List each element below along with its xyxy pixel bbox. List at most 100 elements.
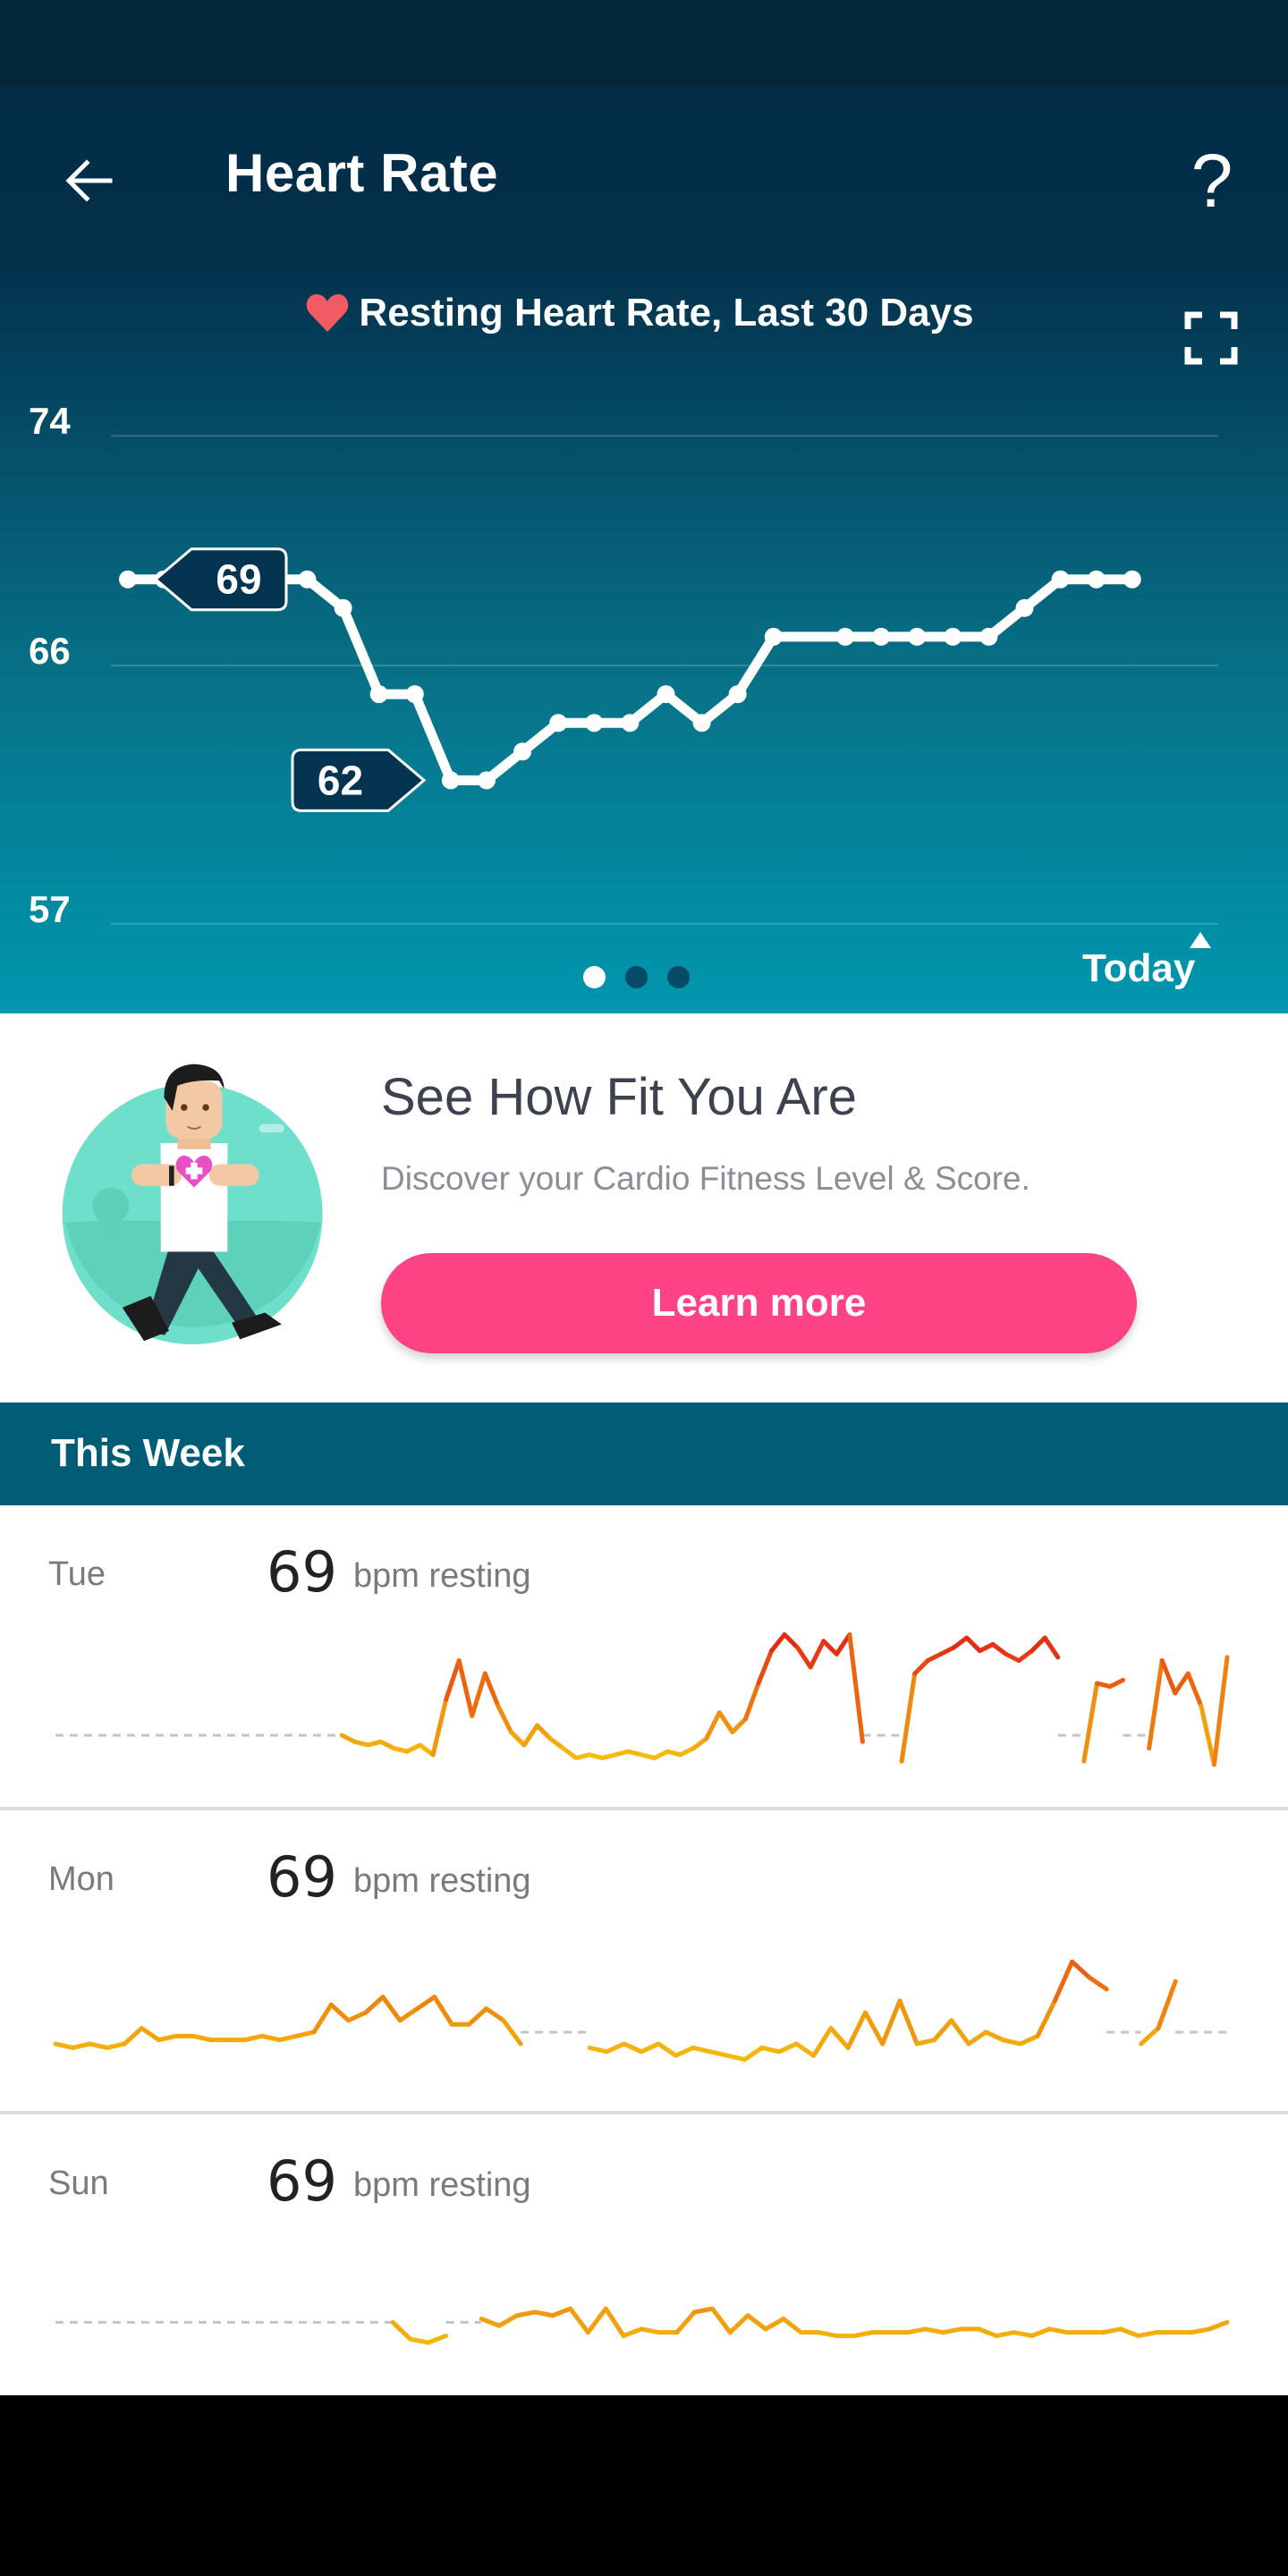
hr-segment (742, 2045, 765, 2063)
hr-segment (532, 2309, 555, 2318)
hr-segment (568, 2306, 590, 2335)
hr-segment (363, 1995, 386, 2015)
this-week-title: This Week (51, 1431, 245, 1475)
hr-segment (905, 2326, 928, 2335)
hr-segment (828, 2026, 851, 2050)
day-sparkline (55, 1632, 1230, 1767)
hr-segment (691, 2045, 713, 2055)
hr-segment (1030, 1635, 1047, 1654)
hr-segment (466, 2006, 489, 2027)
hr-segment (535, 1723, 553, 1741)
hr-segment (821, 1639, 839, 1657)
back-button[interactable] (48, 140, 129, 221)
hr-segment (811, 2026, 834, 2058)
page-dot-1[interactable] (583, 966, 606, 988)
hr-segment (852, 2330, 875, 2338)
hr-segment (709, 2306, 733, 2335)
hr-segment (769, 1632, 787, 1654)
hr-segment (508, 1729, 527, 1748)
navigation-bar-area (0, 2395, 1288, 2576)
hr-segment (897, 1998, 919, 2046)
hr-segment (808, 1639, 826, 1670)
data-point (334, 598, 352, 617)
hr-segment (639, 2041, 661, 2055)
hr-segment (242, 2033, 265, 2043)
hr-segment (585, 2306, 608, 2335)
hr-segment (1159, 1658, 1178, 1696)
cardio-fitness-promo: See How Fit You Are Discover your Cardio… (0, 1013, 1288, 1402)
page-dot-3[interactable] (667, 966, 690, 988)
hr-segment (976, 2326, 999, 2338)
walking-man-illustration (62, 1063, 323, 1344)
hr-segment (1016, 1648, 1035, 1664)
hr-segment (1018, 2033, 1040, 2046)
data-point (1051, 570, 1070, 589)
hr-segment (880, 1998, 902, 2046)
hr-segment (1189, 2326, 1212, 2335)
hr-segment (311, 2002, 334, 2035)
data-point (585, 714, 604, 733)
hr-segment (70, 2041, 93, 2050)
data-point (692, 714, 711, 733)
hr-segment (1035, 1998, 1057, 2038)
hr-segment (547, 1736, 566, 1751)
hr-segment (793, 2041, 817, 2058)
hr-segment (603, 2306, 626, 2338)
hr-segment (139, 2026, 162, 2043)
y-tick-label: 66 (29, 630, 71, 672)
hr-segment (1012, 2330, 1035, 2338)
day-row-mon[interactable]: Mon 69 bpm resting (0, 1810, 1288, 2111)
promo-description: Discover your Cardio Fitness Level & Sco… (381, 1160, 1030, 1197)
hr-segment (656, 2041, 679, 2058)
hr-segment (899, 1671, 918, 1764)
day-row-tue[interactable]: Tue 69 bpm resting (0, 1505, 1288, 1807)
data-point (513, 742, 532, 761)
hr-segment (1107, 1677, 1126, 1690)
hr-segment (727, 2313, 750, 2335)
hr-segment (990, 1641, 1009, 1657)
arrow-left-icon (65, 159, 113, 202)
page-indicator (583, 966, 690, 988)
hr-segment (157, 2033, 179, 2043)
chart-subtitle: Resting Heart Rate, Last 30 Days (0, 291, 1288, 335)
data-point (1087, 570, 1106, 589)
hr-segment (1199, 1703, 1216, 1767)
hr-segment (1087, 1975, 1109, 1992)
hr-segment (346, 2010, 369, 2023)
page-dot-2[interactable] (625, 966, 648, 988)
fullscreen-icon[interactable] (1184, 311, 1238, 365)
hr-segment (1185, 1671, 1204, 1708)
data-point (657, 685, 675, 704)
hr-segment (1156, 1979, 1178, 2031)
hr-segment (692, 2306, 715, 2315)
data-point (728, 685, 747, 704)
hr-segment (724, 2053, 748, 2063)
app-bar: Heart Rate ? (0, 87, 1288, 266)
hr-segment (914, 2038, 936, 2046)
hr-segment (639, 2326, 662, 2335)
hr-segment (479, 2317, 502, 2328)
hr-segment (408, 2336, 431, 2345)
hr-segment (418, 1742, 436, 1758)
hr-segment (966, 2029, 988, 2046)
hr-segment (1173, 1671, 1191, 1696)
hr-segment (276, 2033, 300, 2043)
hr-segment (1042, 1635, 1061, 1660)
day-row-sun[interactable]: Sun 69 bpm resting (0, 2114, 1288, 2395)
data-point (441, 771, 460, 790)
hr-segment (674, 2309, 698, 2335)
hr-segment (294, 2029, 317, 2038)
hr-segment (496, 2313, 520, 2328)
data-point (1123, 570, 1141, 589)
hr-segment (964, 1635, 982, 1654)
learn-more-button[interactable]: Learn more (381, 1253, 1137, 1353)
hr-segment (105, 2041, 127, 2050)
data-point (119, 570, 137, 589)
data-point (369, 685, 388, 704)
hr-segment (983, 2029, 1006, 2043)
hr-segment (745, 2313, 768, 2332)
data-point (979, 627, 998, 646)
data-point (405, 685, 424, 704)
hr-segment (484, 2006, 506, 2023)
help-button[interactable]: ? (1172, 131, 1252, 230)
